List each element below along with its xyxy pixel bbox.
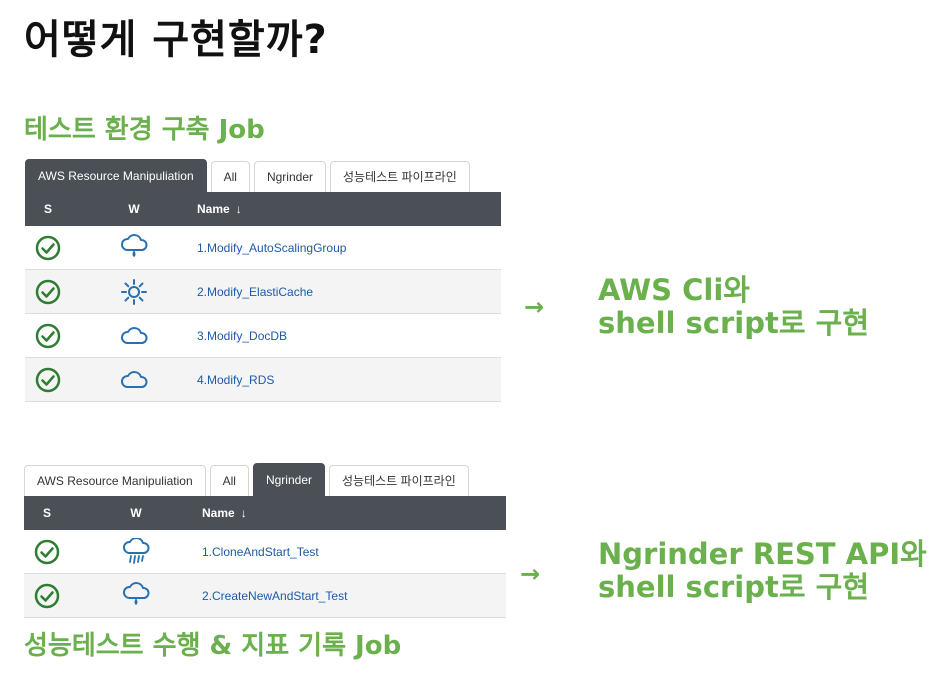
- jenkins-panel-performance: AWS Resource Manipuliation All Ngrinder …: [24, 463, 506, 618]
- job-name-cell: 1.Modify_AutoScalingGroup: [197, 241, 501, 255]
- note-line: shell script로 구현: [598, 306, 870, 341]
- job-link[interactable]: 3.Modify_DocDB: [197, 329, 287, 343]
- tab-all[interactable]: All: [209, 465, 249, 496]
- cloud-rain-icon: [70, 581, 202, 610]
- tab-aws-resource-manipuliation[interactable]: AWS Resource Manipuliation: [24, 465, 206, 496]
- column-header-weather[interactable]: W: [71, 202, 197, 216]
- view-tabs: AWS Resource Manipuliation All Ngrinder …: [25, 159, 501, 192]
- job-table-header: S W Name ↓: [24, 496, 506, 530]
- view-tabs: AWS Resource Manipuliation All Ngrinder …: [24, 463, 506, 496]
- job-name-cell: 1.CloneAndStart_Test: [202, 545, 506, 559]
- sort-down-icon: ↓: [235, 202, 242, 216]
- section-title-performance-test: 성능테스트 수행 & 지표 기록 Job: [24, 631, 402, 661]
- arrow-right-icon: →: [524, 293, 545, 321]
- job-name-cell: 4.Modify_RDS: [197, 373, 501, 387]
- page-title: 어떻게 구현할까?: [24, 17, 328, 63]
- sun-icon: [71, 278, 197, 306]
- table-row: 1.Modify_AutoScalingGroup: [25, 226, 501, 270]
- tab-ngrinder[interactable]: Ngrinder: [253, 161, 326, 192]
- storm-cloud-icon: [70, 537, 202, 566]
- job-link[interactable]: 1.CloneAndStart_Test: [202, 545, 319, 559]
- success-check-icon: [25, 322, 71, 350]
- success-check-icon: [25, 366, 71, 394]
- tab-performance-pipeline[interactable]: 성능테스트 파이프라인: [329, 465, 469, 496]
- job-table-body: 1.Modify_AutoScalingGroup 2.Modify_Elasti…: [25, 226, 501, 402]
- arrow-right-icon: →: [520, 560, 541, 588]
- cloud-icon: [71, 368, 197, 392]
- implementation-note-aws: AWS Cli와 shell script로 구현: [598, 273, 870, 341]
- tab-all[interactable]: All: [210, 161, 250, 192]
- column-header-name-label: Name: [202, 506, 235, 520]
- table-row: 3.Modify_DocDB: [25, 314, 501, 358]
- column-header-name[interactable]: Name ↓: [202, 506, 506, 520]
- job-link[interactable]: 2.CreateNewAndStart_Test: [202, 589, 347, 603]
- implementation-note-ngrinder: Ngrinder REST API와 shell script로 구현: [598, 537, 927, 605]
- tab-ngrinder[interactable]: Ngrinder: [252, 463, 325, 496]
- job-link[interactable]: 1.Modify_AutoScalingGroup: [197, 241, 346, 255]
- job-table-header: S W Name ↓: [25, 192, 501, 226]
- column-header-name-label: Name: [197, 202, 230, 216]
- column-header-status[interactable]: S: [25, 202, 71, 216]
- success-check-icon: [24, 582, 70, 610]
- table-row: 2.Modify_ElastiCache: [25, 270, 501, 314]
- job-link[interactable]: 2.Modify_ElastiCache: [197, 285, 313, 299]
- column-header-weather[interactable]: W: [70, 506, 202, 520]
- tab-aws-resource-manipuliation[interactable]: AWS Resource Manipuliation: [25, 159, 207, 192]
- job-name-cell: 2.CreateNewAndStart_Test: [202, 589, 506, 603]
- job-table-body: 1.CloneAndStart_Test 2.CreateNewAndStart_…: [24, 530, 506, 618]
- tab-performance-pipeline[interactable]: 성능테스트 파이프라인: [330, 161, 470, 192]
- success-check-icon: [25, 278, 71, 306]
- note-line: AWS Cli와: [598, 273, 750, 307]
- note-line: shell script로 구현: [598, 570, 870, 605]
- column-header-status[interactable]: S: [24, 506, 70, 520]
- success-check-icon: [24, 538, 70, 566]
- job-name-cell: 3.Modify_DocDB: [197, 329, 501, 343]
- table-row: 2.CreateNewAndStart_Test: [24, 574, 506, 618]
- cloud-icon: [71, 324, 197, 348]
- job-name-cell: 2.Modify_ElastiCache: [197, 285, 501, 299]
- cloud-rain-icon: [71, 233, 197, 262]
- note-line: Ngrinder REST API와: [598, 537, 927, 571]
- jenkins-panel-environment: AWS Resource Manipuliation All Ngrinder …: [25, 159, 501, 402]
- column-header-name[interactable]: Name ↓: [197, 202, 501, 216]
- section-title-environment-setup: 테스트 환경 구축 Job: [24, 115, 265, 145]
- sort-down-icon: ↓: [240, 506, 247, 520]
- job-link[interactable]: 4.Modify_RDS: [197, 373, 274, 387]
- table-row: 4.Modify_RDS: [25, 358, 501, 402]
- success-check-icon: [25, 234, 71, 262]
- table-row: 1.CloneAndStart_Test: [24, 530, 506, 574]
